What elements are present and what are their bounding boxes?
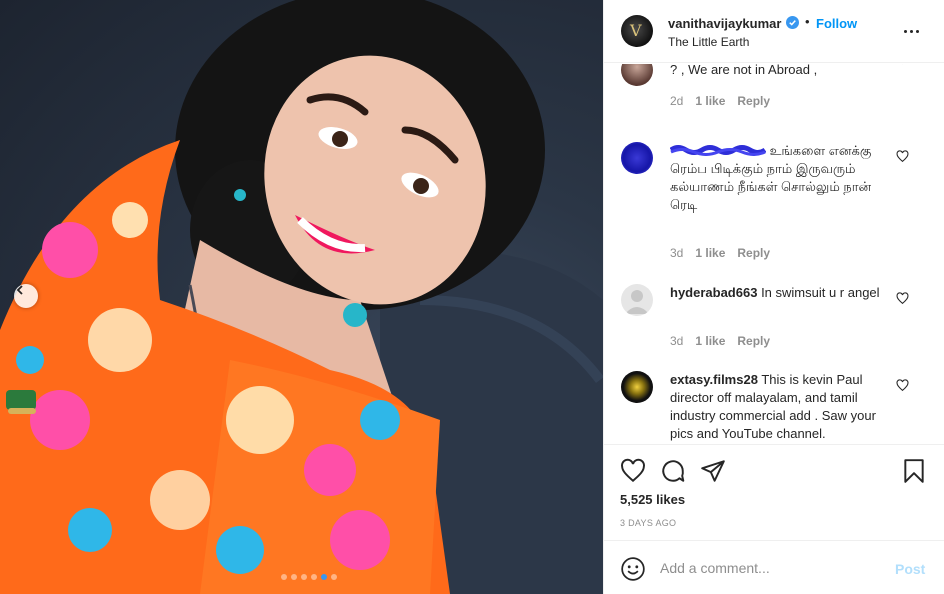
comment-likes[interactable]: 1 like — [695, 334, 725, 348]
comment-text: hyderabad663 In swimsuit u r angel — [670, 284, 890, 302]
comment-icon[interactable] — [660, 458, 686, 484]
carousel-indicator — [281, 574, 337, 580]
follow-button[interactable]: Follow — [816, 16, 857, 31]
post-comment-button[interactable]: Post — [895, 561, 925, 577]
comment-body: In swimsuit u r angel — [761, 285, 880, 300]
reply-button[interactable]: Reply — [737, 334, 770, 348]
comment-text: extasy.films28 This is kevin Paul direct… — [670, 371, 890, 443]
bookmark-icon[interactable] — [901, 458, 927, 484]
commenter-username[interactable]: extasy.films28 — [670, 372, 758, 387]
commenter-avatar[interactable] — [621, 64, 653, 86]
comment-likes[interactable]: 1 like — [695, 94, 725, 108]
add-comment-bar: Post — [604, 540, 944, 594]
heart-icon[interactable] — [620, 458, 646, 484]
comment-input[interactable] — [660, 557, 880, 579]
likes-count[interactable]: 5,525 likes — [620, 492, 685, 507]
comment-heart-icon[interactable] — [896, 64, 909, 65]
carousel-dot-active — [321, 574, 327, 580]
comments-list[interactable]: ? , We are not in Abroad , 2d 1 like Rep… — [604, 64, 944, 444]
comment-age: 3d — [670, 246, 684, 260]
author-avatar[interactable]: V — [621, 15, 653, 47]
follow-separator: • — [805, 14, 810, 29]
comment-heart-icon[interactable] — [896, 150, 909, 163]
commenter-avatar[interactable] — [621, 284, 653, 316]
more-options-icon[interactable] — [904, 24, 924, 38]
emoji-icon[interactable] — [620, 556, 646, 582]
chevron-left-icon — [16, 285, 23, 295]
commenter-avatar[interactable] — [621, 142, 653, 174]
post-sidebar: V vanithavijaykumar • Follow The Little … — [603, 0, 944, 594]
commenter-username[interactable]: hyderabad663 — [670, 285, 757, 300]
redacted-username — [670, 145, 766, 156]
reply-button[interactable]: Reply — [737, 94, 770, 108]
post-location[interactable]: The Little Earth — [668, 35, 749, 49]
post-date[interactable]: 3 DAYS AGO — [620, 518, 676, 528]
post-actions: 5,525 likes 3 DAYS AGO — [604, 444, 944, 540]
photo-illustration — [0, 0, 603, 594]
verified-badge-icon — [786, 16, 799, 29]
comment-likes[interactable]: 1 like — [695, 246, 725, 260]
comment-meta: 3d 1 like Reply — [670, 334, 770, 348]
comment-text: உங்களை எனக்கு ரெம்ப பிடிக்கும் நாம் இருவ… — [670, 142, 890, 214]
comment-meta: 2d 1 like Reply — [670, 94, 770, 108]
reply-button[interactable]: Reply — [737, 246, 770, 260]
carousel-dot — [311, 574, 317, 580]
author-username[interactable]: vanithavijaykumar — [668, 16, 781, 31]
carousel-dot — [331, 574, 337, 580]
comment-meta: 3d 1 like Reply — [670, 246, 770, 260]
comment-age: 3d — [670, 334, 684, 348]
carousel-dot — [301, 574, 307, 580]
comment-age: 2d — [670, 94, 684, 108]
carousel-dot — [291, 574, 297, 580]
send-icon[interactable] — [700, 458, 726, 484]
comment-heart-icon[interactable] — [896, 379, 909, 392]
comment-heart-icon[interactable] — [896, 292, 909, 305]
carousel-dot — [281, 574, 287, 580]
post-header: V vanithavijaykumar • Follow The Little … — [604, 0, 944, 63]
default-avatar-icon — [625, 290, 649, 314]
previous-slide-button[interactable] — [14, 284, 38, 308]
commenter-avatar[interactable] — [621, 371, 653, 403]
post-photo[interactable] — [0, 0, 603, 594]
comment-text: ? , We are not in Abroad , — [670, 64, 818, 77]
